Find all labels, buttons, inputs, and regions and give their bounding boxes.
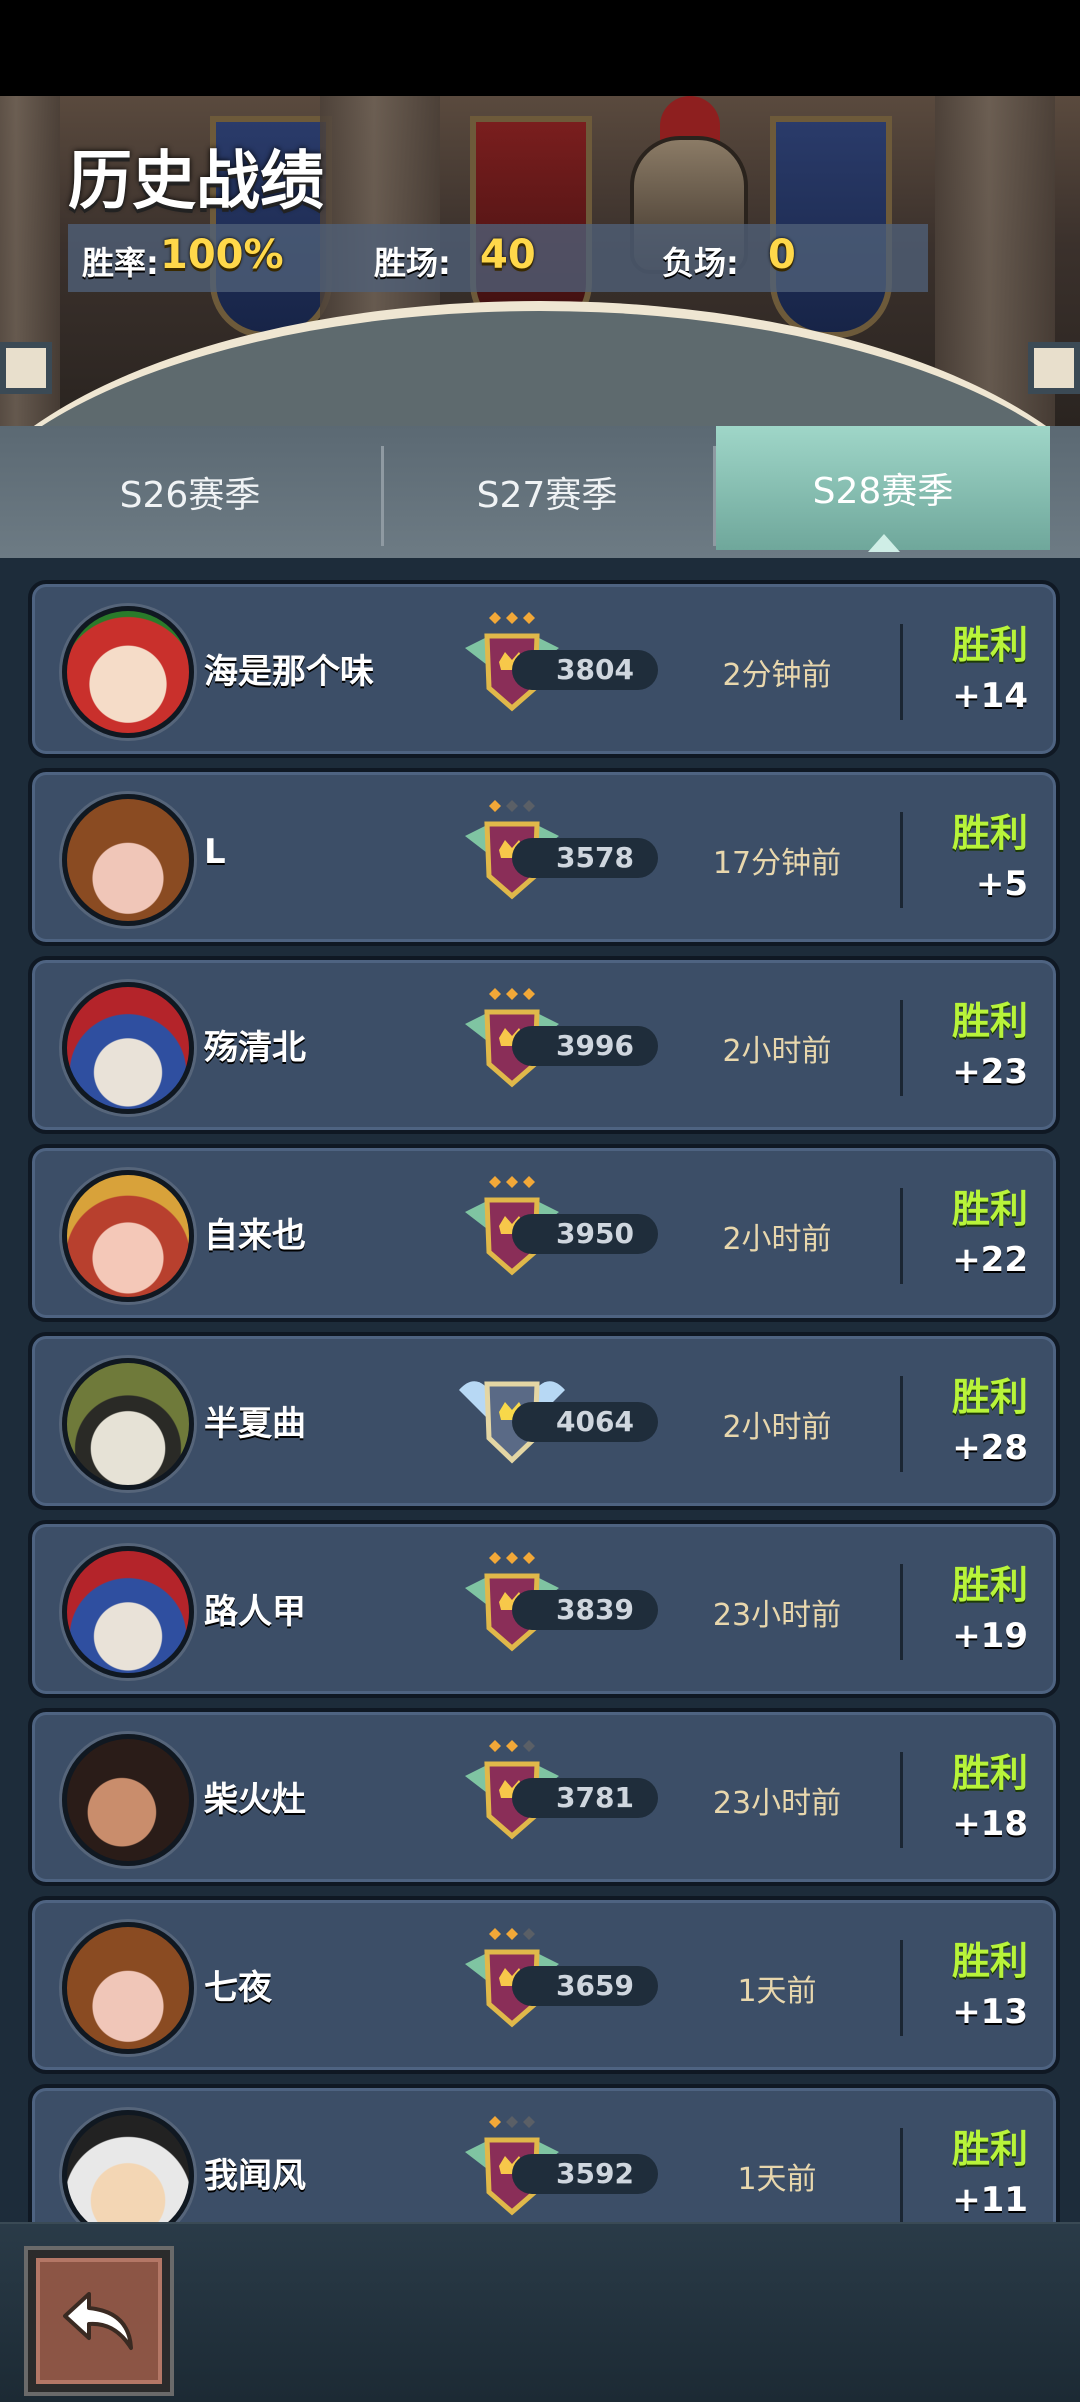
season-tabs: S26赛季 S27赛季 S28赛季 [0, 426, 1080, 558]
win-rate-label: 胜率: [82, 244, 159, 282]
player-name: 海是那个味 [204, 652, 374, 692]
rating-delta: +14 [952, 676, 1028, 716]
tab-s26[interactable]: S26赛季 [0, 426, 380, 558]
match-time: 2小时前 [722, 1034, 832, 1069]
back-button[interactable] [28, 2250, 170, 2392]
avatar [62, 982, 194, 1114]
avatar [62, 606, 194, 738]
match-row[interactable]: 柴火灶 3781 23小时前 胜利 +18 [28, 1708, 1060, 1886]
match-row[interactable]: 我闻风 3592 1天前 胜利 +11 [28, 2084, 1060, 2222]
rating-delta: +11 [952, 2180, 1028, 2220]
player-name: 柴火灶 [204, 1780, 306, 1820]
avatar [62, 794, 194, 926]
divider [900, 1188, 903, 1284]
player-name: 自来也 [204, 1216, 306, 1256]
match-row[interactable]: 殇清北 3996 2小时前 胜利 +23 [28, 956, 1060, 1134]
match-result: 胜利 [951, 811, 1028, 855]
losses-value: 0 [768, 232, 796, 278]
match-result: 胜利 [951, 623, 1028, 667]
win-rate-value: 100% [160, 232, 284, 278]
divider [900, 1564, 903, 1660]
divider [900, 2128, 903, 2222]
rating-delta: +5 [975, 864, 1028, 904]
player-name: 殇清北 [204, 1028, 306, 1068]
rating-value: 3804 [512, 650, 658, 690]
divider [900, 1752, 903, 1848]
rating-value: 3578 [512, 838, 658, 878]
wins-label: 胜场: [374, 244, 451, 282]
page-title: 历史战绩 [68, 145, 324, 219]
divider [900, 624, 903, 720]
back-arrow-icon [63, 2292, 133, 2350]
player-name: 我闻风 [204, 2156, 306, 2196]
match-list[interactable]: 海是那个味 3804 2分钟前 胜利 +14 L 3578 17分钟前 胜利 +… [0, 558, 1080, 2222]
rating-delta: +13 [952, 1992, 1028, 2032]
divider [900, 1376, 903, 1472]
avatar [62, 1170, 194, 1302]
divider [900, 812, 903, 908]
match-row[interactable]: 自来也 3950 2小时前 胜利 +22 [28, 1144, 1060, 1322]
match-result: 胜利 [951, 1375, 1028, 1419]
match-row[interactable]: 路人甲 3839 23小时前 胜利 +19 [28, 1520, 1060, 1698]
bottom-bar [0, 2222, 1080, 2402]
match-row[interactable]: 海是那个味 3804 2分钟前 胜利 +14 [28, 580, 1060, 758]
rating-delta: +22 [952, 1240, 1028, 1280]
avatar [62, 1546, 194, 1678]
status-bar [0, 0, 1080, 96]
losses-label: 负场: [662, 244, 739, 282]
avatar [62, 1734, 194, 1866]
match-time: 1天前 [737, 1974, 817, 2009]
match-result: 胜利 [951, 1187, 1028, 1231]
fret-ornament [1028, 342, 1080, 394]
player-name: L [204, 832, 226, 872]
rating-value: 3659 [512, 1966, 658, 2006]
tab-selected-indicator [868, 534, 900, 552]
player-name: 半夏曲 [204, 1404, 306, 1444]
match-result: 胜利 [951, 1751, 1028, 1795]
match-row[interactable]: L 3578 17分钟前 胜利 +5 [28, 768, 1060, 946]
match-time: 23小时前 [712, 1598, 842, 1633]
banner-arc [0, 301, 1080, 426]
match-time: 2小时前 [722, 1410, 832, 1445]
match-result: 胜利 [951, 1563, 1028, 1607]
match-result: 胜利 [951, 2127, 1028, 2171]
rating-value: 3839 [512, 1590, 658, 1630]
rating-delta: +23 [952, 1052, 1028, 1092]
rating-value: 3592 [512, 2154, 658, 2194]
rating-value: 4064 [512, 1402, 658, 1442]
divider [900, 1000, 903, 1096]
match-result: 胜利 [951, 999, 1028, 1043]
rating-delta: +19 [952, 1616, 1028, 1656]
wins-value: 40 [480, 232, 536, 278]
match-time: 2分钟前 [722, 658, 832, 693]
tab-s27[interactable]: S27赛季 [382, 426, 712, 558]
rating-value: 3781 [512, 1778, 658, 1818]
avatar [62, 1358, 194, 1490]
rating-value: 3996 [512, 1026, 658, 1066]
stats-bar: 胜率: 100% 胜场: 40 负场: 0 [68, 224, 928, 292]
fret-ornament [0, 342, 52, 394]
match-row[interactable]: 七夜 3659 1天前 胜利 +13 [28, 1896, 1060, 2074]
tab-s28[interactable]: S28赛季 [716, 426, 1050, 550]
match-time: 2小时前 [722, 1222, 832, 1257]
avatar [62, 1922, 194, 2054]
match-result: 胜利 [951, 1939, 1028, 1983]
match-time: 1天前 [737, 2162, 817, 2197]
rating-value: 3950 [512, 1214, 658, 1254]
avatar [62, 2110, 194, 2222]
match-row[interactable]: 半夏曲 4064 2小时前 胜利 +28 [28, 1332, 1060, 1510]
rating-delta: +28 [952, 1428, 1028, 1468]
match-time: 23小时前 [712, 1786, 842, 1821]
player-name: 路人甲 [204, 1592, 306, 1632]
player-name: 七夜 [204, 1968, 272, 2008]
match-time: 17分钟前 [712, 846, 842, 881]
divider [900, 1940, 903, 2036]
rating-delta: +18 [952, 1804, 1028, 1844]
